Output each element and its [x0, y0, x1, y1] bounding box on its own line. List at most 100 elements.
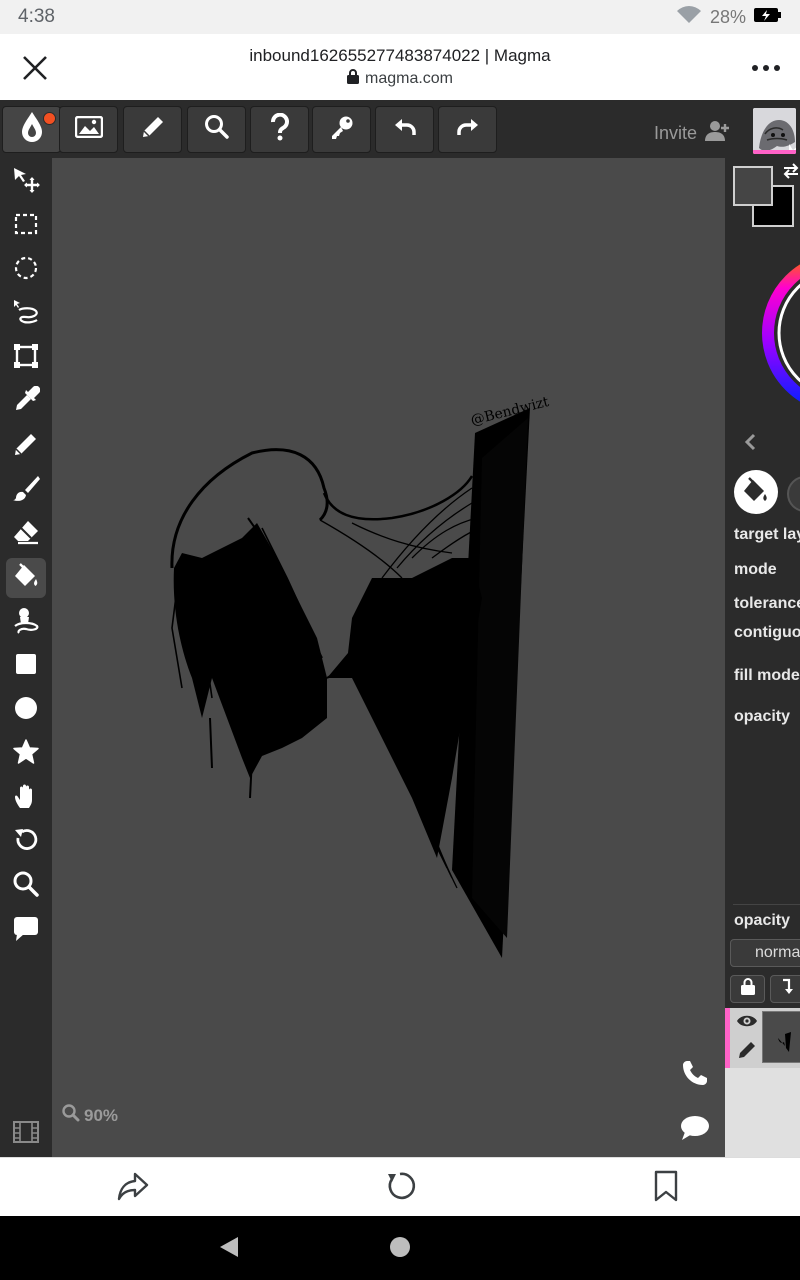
lock-layer-button[interactable]	[730, 975, 765, 1003]
paint-bucket-tool[interactable]	[6, 558, 46, 598]
timelapse-tool[interactable]	[6, 1114, 46, 1154]
page-title: inbound162655277483874022 | Magma	[249, 46, 551, 65]
star-icon	[12, 738, 40, 771]
more-options-icon[interactable]	[750, 56, 782, 80]
collapse-panel-icon[interactable]	[743, 432, 757, 457]
help-button[interactable]	[250, 106, 309, 153]
rectangle-icon	[12, 650, 40, 683]
hand-icon	[12, 782, 40, 815]
battery-charging-icon	[754, 7, 782, 28]
right-panel: target lay mode tolerance contiguou fill…	[725, 158, 800, 1157]
add-user-icon	[705, 120, 731, 147]
ellipse-select-icon	[12, 254, 40, 287]
ellipse-tool[interactable]	[6, 690, 46, 730]
home-button[interactable]	[387, 1236, 413, 1262]
primary-color-swatch[interactable]	[733, 166, 773, 206]
share-button[interactable]	[115, 1170, 151, 1206]
chat-icon	[680, 1115, 710, 1146]
color-wheel[interactable]	[761, 238, 800, 418]
help-icon	[269, 112, 291, 146]
draw-button[interactable]	[123, 106, 182, 153]
page-url: magma.com	[0, 69, 800, 89]
redo-icon	[456, 117, 480, 142]
tolerance-label: tolerance	[734, 595, 800, 612]
undo-icon	[393, 117, 417, 142]
arrow-down-icon	[781, 978, 795, 1000]
eraser-tool[interactable]	[6, 514, 46, 554]
zoom-value: 90%	[84, 1105, 119, 1125]
move-tool[interactable]	[6, 162, 46, 202]
eye-icon[interactable]	[736, 1013, 758, 1034]
artwork: @Bendwizt	[170, 394, 551, 958]
merge-down-button[interactable]	[770, 975, 800, 1003]
eraser-icon	[12, 518, 40, 551]
comment-tool[interactable]	[6, 910, 46, 950]
secondary-tool-badge[interactable]	[787, 476, 800, 512]
pencil-icon[interactable]	[737, 1040, 757, 1065]
key-button[interactable]	[312, 106, 371, 153]
search-button[interactable]	[187, 106, 246, 153]
lock-icon	[346, 69, 359, 89]
pencil-tool[interactable]	[6, 426, 46, 466]
brush-icon	[12, 474, 40, 507]
rectangle-select-tool[interactable]	[6, 206, 46, 246]
invite-button[interactable]: Invite	[654, 120, 731, 147]
phone-icon	[681, 1059, 709, 1092]
top-toolbar: Invite	[0, 100, 730, 158]
transform-tool[interactable]	[6, 338, 46, 378]
lasso-select-tool[interactable]	[6, 294, 46, 334]
lasso-icon	[12, 298, 40, 331]
rect-select-icon	[12, 210, 40, 243]
bookmark-button[interactable]	[648, 1170, 684, 1206]
rectangle-tool[interactable]	[6, 646, 46, 686]
home-circle-icon	[389, 1236, 411, 1263]
back-triangle-icon	[218, 1235, 240, 1264]
pencil-icon	[140, 114, 166, 145]
layer-opacity-label: opacity	[734, 912, 791, 929]
image-button[interactable]	[59, 106, 118, 153]
reload-button[interactable]	[382, 1170, 418, 1206]
key-icon	[329, 114, 355, 145]
share-icon	[117, 1171, 149, 1206]
polygon-tool[interactable]	[6, 734, 46, 774]
fill-tool-badge[interactable]	[734, 470, 778, 514]
image-icon	[74, 115, 103, 143]
blend-mode-select[interactable]: norma	[730, 939, 800, 967]
fill-mode-label: fill mode	[734, 667, 800, 684]
rotate-tool[interactable]	[6, 822, 46, 862]
back-button[interactable]	[216, 1236, 242, 1262]
undo-button[interactable]	[375, 106, 434, 153]
user-avatar[interactable]	[751, 106, 798, 156]
layers-list-empty-area	[725, 1068, 800, 1157]
paint-bucket-icon	[742, 476, 770, 509]
wifi-icon	[676, 5, 702, 30]
zoom-icon	[12, 870, 40, 903]
chat-button[interactable]	[678, 1113, 712, 1147]
magma-app: Invite @Bendwizt 90% target lay mode tol…	[0, 100, 800, 1157]
browser-bottom-bar	[0, 1157, 800, 1216]
pencil-icon	[12, 430, 40, 463]
drawing-canvas[interactable]: @Bendwizt 90%	[52, 158, 725, 1157]
zoom-icon	[62, 1104, 80, 1127]
brush-tool[interactable]	[6, 470, 46, 510]
zoom-level[interactable]: 90%	[62, 1104, 118, 1127]
layer-thumbnail	[762, 1011, 800, 1063]
layer-item[interactable]	[725, 1008, 800, 1068]
contiguous-label: contiguou	[734, 624, 800, 641]
ellipse-select-tool[interactable]	[6, 250, 46, 290]
eyedropper-icon	[12, 385, 41, 419]
move-icon	[12, 166, 40, 199]
status-time: 4:38	[18, 6, 55, 27]
redo-button[interactable]	[438, 106, 497, 153]
lock-icon	[740, 978, 755, 1000]
magma-logo-icon	[17, 110, 47, 149]
magma-logo-button[interactable]	[2, 106, 61, 153]
voice-call-button[interactable]	[678, 1058, 712, 1092]
eyedropper-tool[interactable]	[6, 382, 46, 422]
hand-tool[interactable]	[6, 778, 46, 818]
tool-palette	[0, 158, 52, 1157]
smudge-tool[interactable]	[6, 602, 46, 642]
bookmark-icon	[654, 1170, 678, 1207]
zoom-tool[interactable]	[6, 866, 46, 906]
swap-colors-icon[interactable]	[781, 162, 800, 185]
